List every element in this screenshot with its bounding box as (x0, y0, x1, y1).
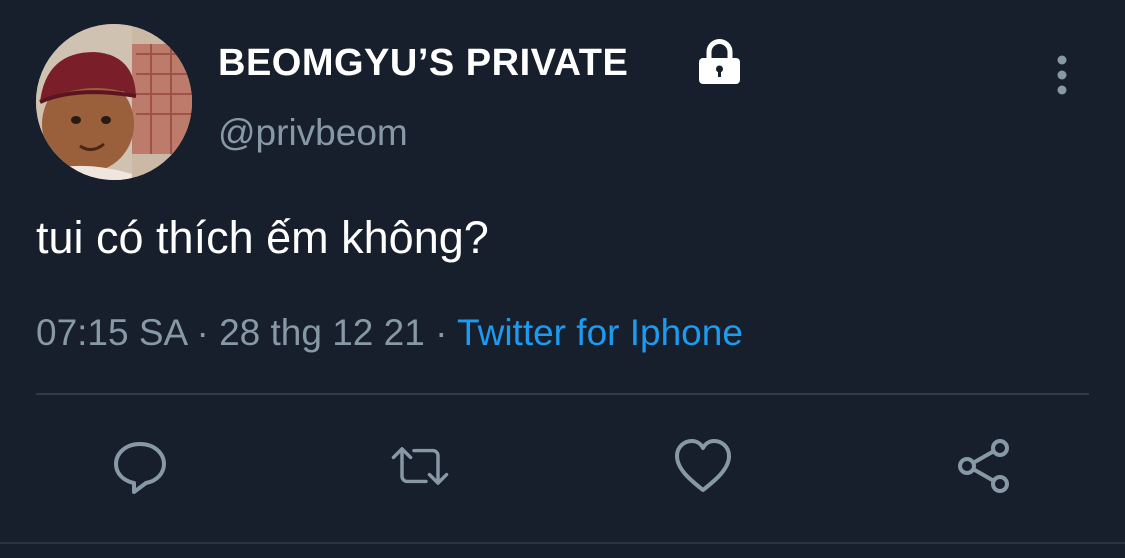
share-icon (958, 439, 1009, 493)
tweet-text: tui có thích ếm không? (36, 212, 489, 263)
more-vertical-icon[interactable] (1050, 54, 1074, 96)
reply-icon (114, 442, 166, 494)
avatar[interactable] (36, 24, 192, 180)
reply-button[interactable] (110, 436, 170, 496)
meta-separator: · (186, 312, 220, 353)
retweet-icon (391, 447, 449, 485)
tweet-time: 07:15 SA (36, 312, 187, 353)
lock-icon (697, 38, 742, 86)
share-button[interactable] (955, 436, 1015, 496)
like-button[interactable] (673, 436, 733, 496)
retweet-button[interactable] (390, 436, 450, 496)
tweet-source-link[interactable]: Twitter for Iphone (457, 312, 743, 353)
divider (36, 393, 1089, 395)
display-name[interactable]: BEOMGYU’S PRIVATE (218, 42, 628, 85)
tweet-date: 28 thg 12 21 (219, 312, 425, 353)
avatar-image (36, 24, 192, 180)
tweet-meta: 07:15 SA · 28 thg 12 21 · Twitter for Ip… (36, 312, 743, 354)
meta-separator: · (424, 312, 458, 353)
heart-icon (675, 439, 731, 492)
user-handle[interactable]: @privbeom (218, 112, 408, 154)
bottom-divider (0, 542, 1125, 544)
